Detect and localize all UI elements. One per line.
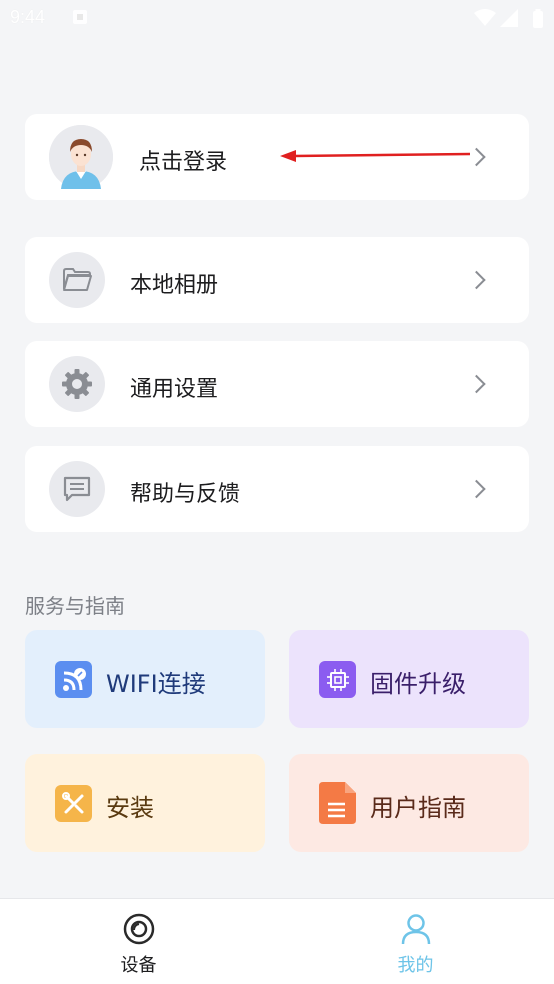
avatar [49, 125, 113, 189]
tile-label: 固件升级 [370, 670, 466, 698]
device-icon [123, 913, 155, 949]
tile-label: 安装 [106, 794, 154, 822]
login-label: 点击登录 [139, 150, 228, 175]
menu-item-help-feedback[interactable]: 帮助与反馈 [25, 446, 529, 532]
document-icon [319, 782, 356, 824]
tile-wifi-connect[interactable]: WIFI连接 [25, 630, 265, 728]
message-icon [63, 476, 91, 502]
tab-label: 我的 [397, 955, 434, 976]
signal-icon [500, 9, 518, 31]
tile-user-guide[interactable]: 用户指南 [289, 754, 529, 852]
wifi-icon [474, 9, 496, 31]
chevron-right-icon [467, 374, 486, 394]
bottom-tab-bar: 设备 我的 [0, 898, 554, 984]
gear-icon-wrap [49, 356, 105, 412]
message-icon-wrap [49, 461, 105, 517]
menu-item-local-album[interactable]: 本地相册 [25, 237, 529, 323]
red-arrow-annotation [280, 150, 471, 162]
tile-label: WIFI连接 [106, 670, 206, 698]
wifi-link-icon [55, 661, 92, 698]
menu-item-general-settings[interactable]: 通用设置 [25, 341, 529, 427]
menu-item-label: 通用设置 [130, 377, 219, 402]
menu-item-label: 帮助与反馈 [130, 482, 241, 507]
status-bar: 9:44 [0, 0, 554, 36]
tile-label: 用户指南 [370, 794, 466, 822]
login-card[interactable]: 点击登录 [25, 114, 529, 200]
folder-icon-wrap [49, 252, 105, 308]
menu-item-label: 本地相册 [130, 273, 219, 298]
battery-icon [532, 9, 544, 33]
folder-icon [63, 268, 92, 291]
chip-icon [319, 661, 356, 698]
gear-icon [62, 369, 92, 399]
tab-mine[interactable]: 我的 [277, 899, 554, 984]
chevron-right-icon [467, 479, 486, 499]
tab-label: 设备 [120, 955, 157, 976]
tab-device[interactable]: 设备 [0, 899, 277, 984]
status-time: 9:44 [10, 7, 46, 27]
profile-icon [400, 913, 432, 949]
services-section-title: 服务与指南 [25, 594, 125, 618]
avatar-icon [49, 125, 113, 189]
tile-firmware-upgrade[interactable]: 固件升级 [289, 630, 529, 728]
notification-icon [72, 9, 88, 29]
tools-icon [55, 785, 92, 822]
tile-install[interactable]: 安装 [25, 754, 265, 852]
chevron-right-icon [467, 270, 486, 290]
